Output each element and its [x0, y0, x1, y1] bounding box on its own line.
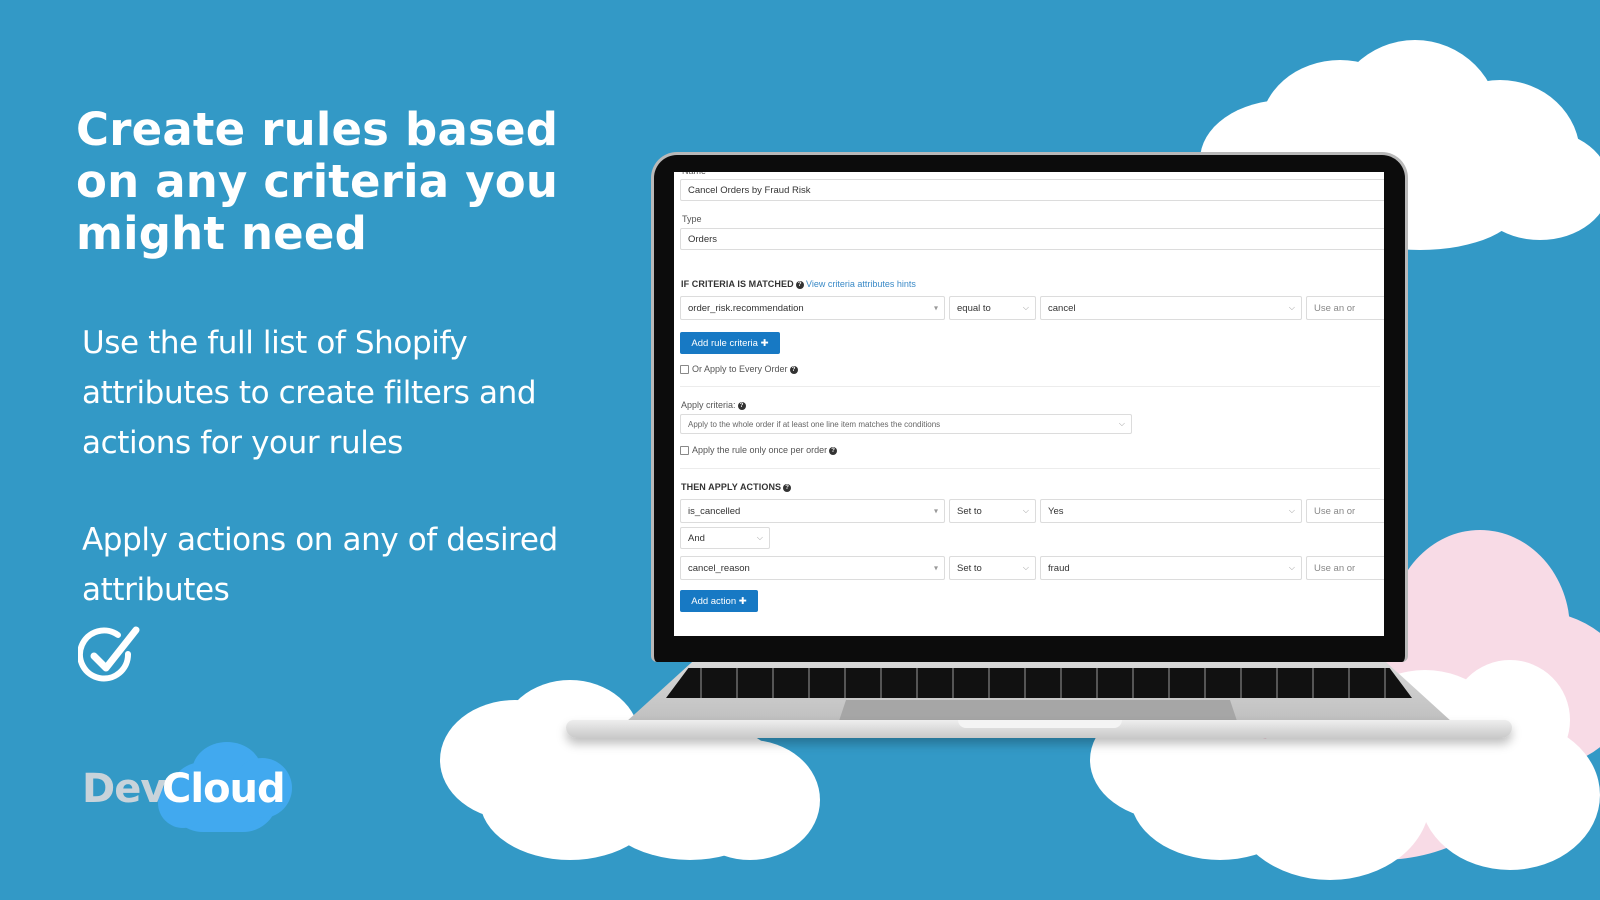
action-value-select[interactable]: Yes ⌵ — [1040, 499, 1302, 523]
action-extra-placeholder: Use an or — [1314, 562, 1356, 574]
help-icon[interactable]: ? — [795, 280, 804, 289]
type-value: Orders — [688, 233, 718, 245]
criteria-heading: IF CRITERIA IS MATCHED? — [681, 279, 804, 289]
type-input[interactable]: Orders — [680, 228, 1384, 250]
plus-icon: ✚ — [760, 337, 769, 349]
caret-down-icon: ▾ — [933, 506, 938, 516]
caret-down-icon: ▾ — [933, 303, 938, 313]
apply-criteria-label: Apply criteria:? — [681, 400, 746, 410]
laptop-screen: Name Cancel Orders by Fraud Risk Type Or… — [674, 172, 1384, 636]
criteria-operator-select[interactable]: equal to ⌵ — [949, 296, 1036, 320]
headline: Create rules based on any criteria you m… — [76, 103, 559, 260]
apply-once-option[interactable]: Apply the rule only once per order? — [680, 445, 838, 456]
chevron-down-icon: ⌵ — [1288, 506, 1295, 515]
add-action-label: Add action — [691, 595, 737, 607]
feature-text-actions: Apply actions on any of desired attribut… — [82, 522, 558, 608]
joiner-select[interactable]: And ⌵ — [680, 527, 770, 549]
action-operator-value: Set to — [957, 505, 982, 517]
help-icon[interactable]: ? — [789, 365, 798, 374]
action-value: fraud — [1048, 562, 1070, 574]
name-label: Name — [682, 172, 706, 176]
action-operator-select[interactable]: Set to ⌵ — [949, 556, 1036, 580]
criteria-extra-input[interactable]: Use an or — [1306, 296, 1384, 320]
laptop-base — [566, 662, 1512, 742]
apply-criteria-value: Apply to the whole order if at least one… — [688, 419, 941, 429]
action-extra-input[interactable]: Use an or — [1306, 499, 1384, 523]
help-icon[interactable]: ? — [737, 401, 746, 410]
divider — [680, 468, 1380, 469]
action-attribute-select[interactable]: is_cancelled ▾ — [680, 499, 945, 523]
action-extra-input[interactable]: Use an or — [1306, 556, 1384, 580]
action-extra-placeholder: Use an or — [1314, 505, 1356, 517]
action-operator-value: Set to — [957, 562, 982, 574]
criteria-value-select[interactable]: cancel ⌵ — [1040, 296, 1302, 320]
action-attribute-value: cancel_reason — [688, 562, 750, 574]
divider — [680, 386, 1380, 387]
devcloud-logo: Dev Cloud — [82, 742, 302, 838]
apply-every-order-checkbox[interactable] — [680, 365, 689, 375]
action-value: Yes — [1048, 505, 1064, 517]
name-value: Cancel Orders by Fraud Risk — [688, 184, 811, 196]
action-attribute-select[interactable]: cancel_reason ▾ — [680, 556, 945, 580]
feature-text-filters: Use the full list of Shopify attributes … — [82, 325, 537, 461]
criteria-hints-link[interactable]: View criteria attributes hints — [806, 279, 916, 289]
action-operator-select[interactable]: Set to ⌵ — [949, 499, 1036, 523]
plus-icon: ✚ — [738, 595, 747, 607]
criteria-attribute-value: order_risk.recommendation — [688, 302, 804, 314]
criteria-extra-placeholder: Use an or — [1314, 302, 1356, 314]
apply-once-label: Apply the rule only once per order — [692, 445, 828, 455]
apply-once-checkbox[interactable] — [680, 446, 689, 456]
add-rule-criteria-button[interactable]: Add rule criteria ✚ — [680, 332, 780, 354]
criteria-attribute-select[interactable]: order_risk.recommendation ▾ — [680, 296, 945, 320]
actions-heading: THEN APPLY ACTIONS? — [681, 482, 792, 492]
help-icon[interactable]: ? — [783, 483, 792, 492]
action-value-select[interactable]: fraud ⌵ — [1040, 556, 1302, 580]
chevron-down-icon: ⌵ — [1118, 419, 1125, 428]
type-label: Type — [682, 214, 702, 224]
apply-every-order-option[interactable]: Or Apply to Every Order? — [680, 364, 798, 375]
criteria-operator-value: equal to — [957, 302, 991, 314]
joiner-value: And — [688, 532, 705, 544]
criteria-value: cancel — [1048, 302, 1076, 314]
chevron-down-icon: ⌵ — [1022, 563, 1029, 572]
check-circle-icon — [78, 626, 140, 682]
apply-criteria-select[interactable]: Apply to the whole order if at least one… — [680, 414, 1132, 434]
keyboard — [666, 668, 1412, 698]
chevron-down-icon: ⌵ — [756, 533, 763, 542]
add-action-button[interactable]: Add action ✚ — [680, 590, 758, 612]
help-icon[interactable]: ? — [829, 446, 838, 455]
caret-down-icon: ▾ — [933, 563, 938, 573]
chevron-down-icon: ⌵ — [1288, 303, 1295, 312]
name-input[interactable]: Cancel Orders by Fraud Risk — [680, 179, 1384, 201]
chevron-down-icon: ⌵ — [1022, 506, 1029, 515]
logo-dev-text: Dev — [82, 766, 166, 812]
logo-cloud-text: Cloud — [162, 766, 286, 812]
action-attribute-value: is_cancelled — [688, 505, 741, 517]
apply-every-order-label: Or Apply to Every Order — [692, 364, 788, 374]
add-rule-criteria-label: Add rule criteria — [691, 337, 758, 349]
chevron-down-icon: ⌵ — [1022, 303, 1029, 312]
chevron-down-icon: ⌵ — [1288, 563, 1295, 572]
